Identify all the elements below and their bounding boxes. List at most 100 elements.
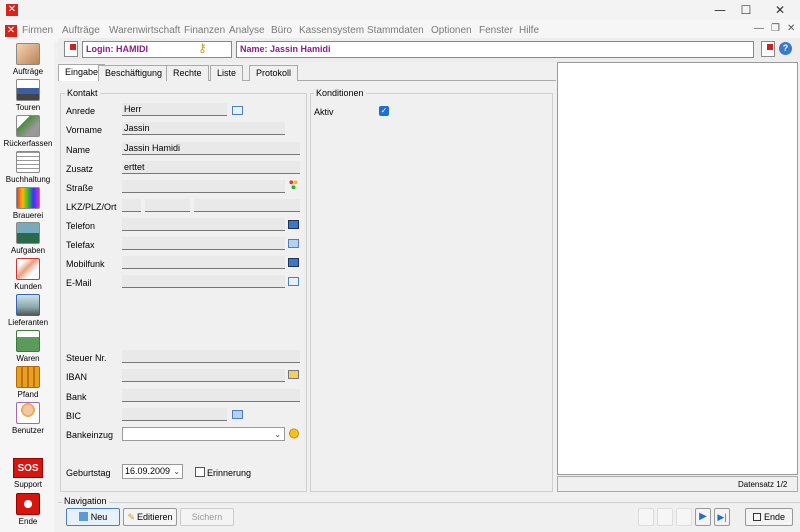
document-icon-right[interactable]: [761, 41, 775, 57]
exit-door-icon: [752, 513, 761, 521]
tool-ende[interactable]: Ende: [3, 493, 53, 526]
menu-fenster[interactable]: Fenster: [479, 25, 513, 36]
plz-field[interactable]: [145, 199, 190, 212]
tool-buchhaltung[interactable]: Buchhaltung: [3, 151, 53, 184]
ende-button[interactable]: Ende: [745, 508, 793, 526]
iban-field[interactable]: [122, 369, 285, 382]
anrede-field[interactable]: Herr: [122, 103, 227, 116]
menu-firmen[interactable]: Firmen: [22, 25, 53, 36]
phone-icon[interactable]: [288, 220, 299, 229]
copy-icon[interactable]: [288, 239, 299, 248]
erinnerung-label: Erinnerung: [207, 468, 252, 478]
tool-benutzer[interactable]: Benutzer: [3, 402, 53, 435]
menu-auftraege[interactable]: Aufträge: [62, 25, 100, 36]
mdi-close-button[interactable]: ✕: [787, 23, 795, 34]
tool-lieferanten[interactable]: Lieferanten: [3, 294, 53, 327]
first-record-button[interactable]: [638, 508, 654, 526]
kontakt-title: Kontakt: [65, 88, 100, 98]
email-field[interactable]: [122, 275, 285, 288]
tasks-icon: [16, 222, 40, 244]
lkz-field[interactable]: [122, 199, 141, 212]
last-icon: ▶|: [717, 512, 727, 522]
maximize-button[interactable]: ☐: [734, 2, 758, 18]
window-titlebar: [0, 0, 800, 20]
last-record-button[interactable]: ▶|: [714, 508, 730, 526]
tool-auftraege[interactable]: Aufträge: [3, 43, 53, 76]
mobil-field[interactable]: [122, 256, 285, 269]
bank-field[interactable]: [122, 389, 300, 402]
pencil-icon: ✎: [127, 512, 135, 522]
vorname-field[interactable]: Jassin: [122, 122, 285, 135]
truck-icon: [16, 79, 40, 101]
tab-beschaeftigung[interactable]: Beschäftigung: [98, 65, 170, 81]
aktiv-checkbox[interactable]: ✓: [379, 106, 389, 116]
suppliers-icon: [16, 294, 40, 316]
ort-field[interactable]: [194, 199, 300, 212]
mdi-restore-button[interactable]: ❐: [771, 23, 780, 34]
close-button[interactable]: ✕: [768, 2, 792, 18]
coins-icon[interactable]: [288, 428, 300, 439]
tab-protokoll[interactable]: Protokoll: [249, 65, 299, 81]
minimize-button[interactable]: —: [708, 2, 732, 18]
editieren-button[interactable]: ✎ Editieren: [123, 508, 177, 526]
menu-hilfe[interactable]: Hilfe: [519, 25, 539, 36]
telefax-label: Telefax: [66, 240, 95, 250]
new-document-icon: [78, 512, 88, 521]
brewery-icon: [16, 187, 40, 209]
menu-stammdaten[interactable]: Stammdaten: [367, 25, 424, 36]
mail-icon[interactable]: [232, 106, 243, 115]
vorname-label: Vorname: [66, 125, 103, 135]
strasse-label: Straße: [66, 183, 94, 193]
key-icon[interactable]: ⚷: [198, 42, 212, 54]
steuer-field[interactable]: [122, 350, 300, 363]
tool-support[interactable]: SOS Support: [3, 458, 53, 489]
email-icon[interactable]: [288, 277, 299, 286]
telefax-field[interactable]: [122, 237, 285, 250]
next-record-button[interactable]: ▶: [695, 508, 711, 526]
tool-aufgaben[interactable]: Aufgaben: [3, 222, 53, 255]
power-icon: [16, 493, 40, 515]
prev-record-button[interactable]: [657, 508, 673, 526]
bic-label: BIC: [66, 411, 82, 421]
bankeinzug-label: Bankeinzug: [66, 430, 114, 440]
zusatz-field[interactable]: erttet: [122, 161, 300, 174]
tool-touren[interactable]: Touren: [3, 79, 53, 112]
strasse-field[interactable]: [122, 180, 285, 193]
map-pin-icon[interactable]: [288, 179, 299, 190]
telefon-field[interactable]: [122, 218, 285, 231]
tool-rueckerfassen[interactable]: Rückerfassen: [3, 115, 53, 148]
menu-finanzen[interactable]: Finanzen: [184, 25, 225, 36]
neu-button[interactable]: Neu: [66, 508, 120, 526]
deposit-crate-icon: [16, 366, 40, 388]
menu-analyse[interactable]: Analyse: [229, 25, 265, 36]
mobile-phone-icon[interactable]: [288, 258, 299, 267]
aktiv-label: Aktiv: [314, 107, 334, 117]
bic-field[interactable]: [122, 408, 227, 421]
document-icon[interactable]: [64, 41, 78, 57]
tool-waren[interactable]: Waren: [3, 330, 53, 363]
konditionen-group: [310, 93, 553, 492]
menu-warenwirtschaft[interactable]: Warenwirtschaft: [109, 25, 180, 36]
user-icon: [16, 402, 40, 424]
sichern-button[interactable]: Sichern: [180, 508, 234, 526]
mdi-minimize-button[interactable]: —: [754, 23, 764, 34]
tab-liste[interactable]: Liste: [210, 65, 244, 81]
help-icon[interactable]: ?: [779, 42, 792, 55]
bankeinzug-select[interactable]: ⌄: [122, 427, 285, 441]
tab-rechte[interactable]: Rechte: [166, 65, 209, 81]
tool-pfand[interactable]: Pfand: [3, 366, 53, 399]
menu-kassensystem[interactable]: Kassensystem: [299, 25, 364, 36]
menu-buero[interactable]: Büro: [271, 25, 292, 36]
menu-optionen[interactable]: Optionen: [431, 25, 472, 36]
iban-calculator-icon[interactable]: [288, 370, 299, 379]
tool-brauerei[interactable]: Brauerei: [3, 187, 53, 220]
erinnerung-checkbox[interactable]: [195, 467, 205, 477]
goods-icon: [16, 330, 40, 352]
bic-copy-icon[interactable]: [232, 410, 243, 419]
geburtstag-date-picker[interactable]: 16.09.2009 ⌄: [122, 464, 183, 479]
name-input[interactable]: Jassin Hamidi: [122, 142, 300, 155]
iban-label: IBAN: [66, 372, 88, 382]
prev-page-button[interactable]: [676, 508, 692, 526]
record-list-panel[interactable]: [557, 62, 798, 475]
tool-kunden[interactable]: Kunden: [3, 258, 53, 291]
